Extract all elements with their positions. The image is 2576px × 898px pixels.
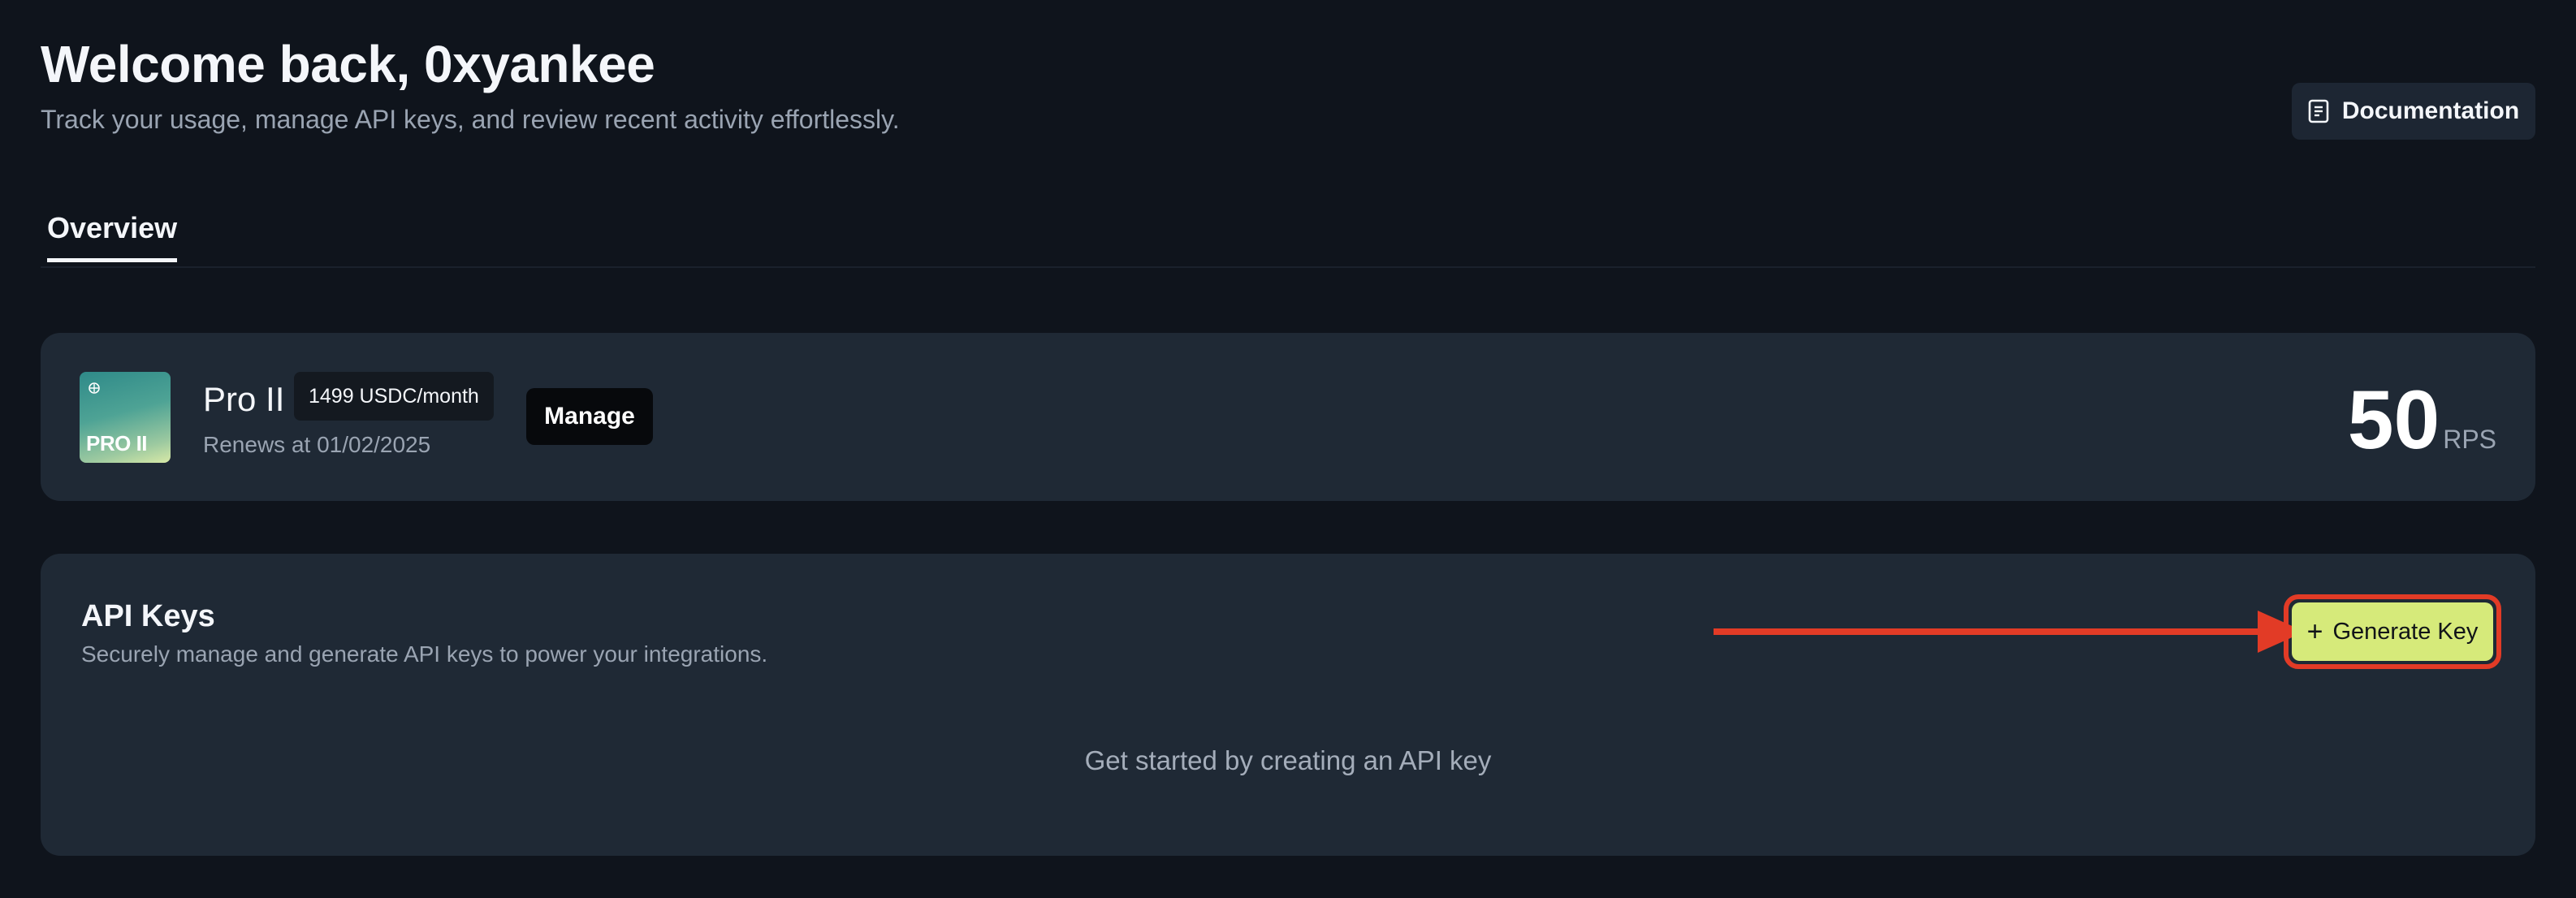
plus-icon: +: [2306, 616, 2323, 647]
plan-logo-text: PRO II: [86, 431, 148, 455]
plan-logo: PRO II: [80, 372, 171, 463]
api-keys-card: API Keys Securely manage and generate AP…: [41, 554, 2535, 856]
generate-key-button[interactable]: + Generate Key: [2292, 602, 2493, 661]
plan-name: Pro II: [203, 380, 285, 418]
page-title: Welcome back, 0xyankee: [41, 35, 655, 93]
plan-logo-mark-icon: [89, 382, 100, 394]
plan-card: PRO II Pro II 1499 USDC/month Renews at …: [41, 333, 2535, 501]
empty-state-message: Get started by creating an API key: [1084, 745, 1492, 775]
generate-key-label: Generate Key: [2332, 618, 2479, 645]
rps-unit: RPS: [2443, 425, 2496, 454]
tab-overview[interactable]: Overview: [47, 211, 178, 262]
page-subtitle: Track your usage, manage API keys, and r…: [41, 105, 900, 134]
api-keys-title: API Keys: [81, 599, 215, 633]
manage-button[interactable]: Manage: [526, 388, 653, 445]
documentation-label: Documentation: [2341, 97, 2520, 124]
document-icon: [2308, 99, 2329, 123]
price-badge: 1499 USDC/month: [294, 372, 494, 421]
api-keys-description: Securely manage and generate API keys to…: [81, 641, 768, 667]
dashboard-page: Welcome back, 0xyankee Track your usage,…: [0, 0, 2576, 898]
annotation-arrow-icon: [1714, 611, 2305, 653]
rps-display: 50 RPS: [2348, 378, 2496, 461]
documentation-button[interactable]: Documentation: [2292, 83, 2535, 140]
tab-bar: Overview: [41, 203, 2535, 268]
rps-value: 50: [2347, 373, 2440, 466]
renewal-date: Renews at 01/02/2025: [203, 432, 431, 457]
